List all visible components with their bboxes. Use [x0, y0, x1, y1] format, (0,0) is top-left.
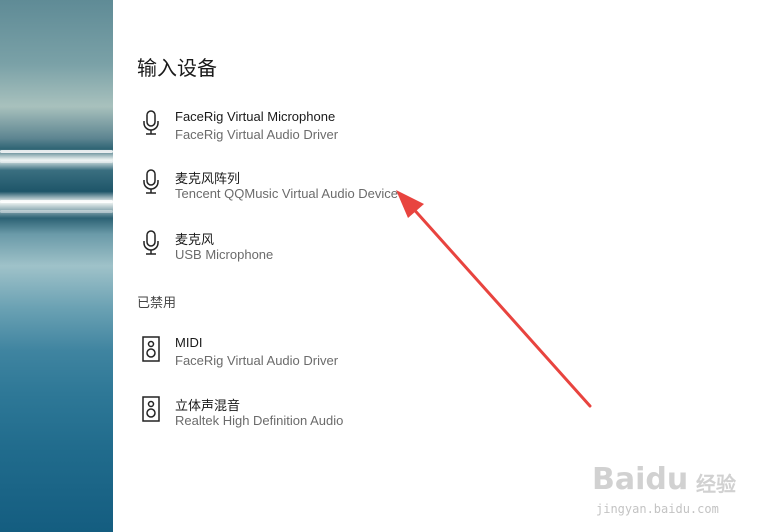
wave-highlight	[0, 160, 113, 163]
baidu-logo: Baidu	[592, 462, 689, 497]
microphone-icon	[141, 229, 161, 259]
device-driver: USB Microphone	[175, 247, 274, 262]
watermark-url: jingyan.baidu.com	[596, 502, 719, 516]
device-item-microphone-array[interactable]: 麦克风阵列 Tencent QQMusic Virtual Audio Devi…	[137, 168, 537, 208]
jingyan-label: 经验	[696, 474, 736, 496]
baidu-jingyan-watermark: Baidu 经验 jingyan.baidu.com	[592, 462, 762, 522]
wave-highlight	[0, 200, 113, 203]
device-name: 麦克风阵列	[175, 171, 241, 186]
speaker-icon	[141, 395, 161, 425]
device-name: 立体声混音	[175, 398, 241, 413]
device-item-usb-microphone[interactable]: 麦克风 USB Microphone	[137, 229, 537, 269]
device-driver: FaceRig Virtual Audio Driver	[175, 353, 339, 368]
microphone-icon	[141, 168, 161, 198]
device-driver: Realtek High Definition Audio	[175, 413, 344, 428]
device-item-facerig-microphone[interactable]: FaceRig Virtual Microphone FaceRig Virtu…	[137, 109, 537, 149]
device-name: 麦克风	[175, 232, 215, 247]
device-name: FaceRig Virtual Microphone	[175, 109, 336, 124]
device-driver: Tencent QQMusic Virtual Audio Device	[175, 186, 399, 201]
device-driver: FaceRig Virtual Audio Driver	[175, 127, 339, 142]
desktop-wallpaper	[0, 0, 113, 532]
page-title: 输入设备	[137, 58, 217, 80]
device-name: MIDI	[175, 335, 203, 350]
device-item-midi[interactable]: MIDI FaceRig Virtual Audio Driver	[137, 335, 537, 375]
speaker-icon	[141, 335, 161, 365]
microphone-icon	[141, 109, 161, 139]
device-item-stereo-mix[interactable]: 立体声混音 Realtek High Definition Audio	[137, 395, 537, 435]
disabled-section-label: 已禁用	[137, 295, 177, 310]
wave-highlight	[0, 210, 113, 213]
wave-highlight	[0, 150, 113, 153]
